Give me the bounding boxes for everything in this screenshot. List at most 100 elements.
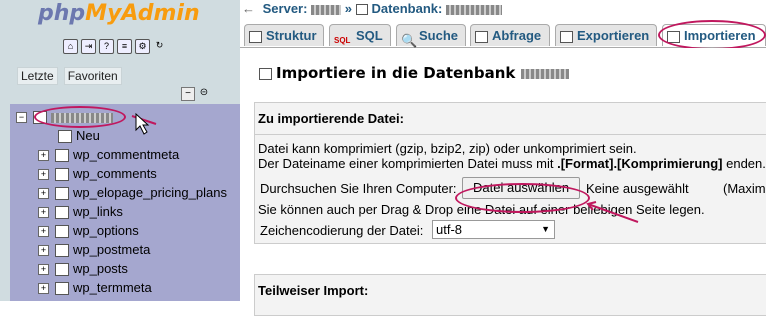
table-icon (55, 206, 69, 220)
logo-php-text: php (38, 1, 86, 26)
page-title: Importiere in die Datenbank (259, 64, 569, 82)
tree-item-label: wp_posts (73, 261, 128, 276)
tree-item-label: wp_comments (73, 166, 157, 181)
browse-label: Durchsuchen Sie Ihren Computer: (260, 181, 457, 196)
exit-icon[interactable]: ⇥ (81, 39, 96, 54)
filename-info-prefix: Der Dateiname einer komprimierten Datei … (258, 156, 558, 171)
navigation-panel: phpMyAdmin ⌂ ⇥ ? ≡ ⚙ ↻ Letzte Favoriten … (0, 0, 240, 301)
table-icon (55, 168, 69, 182)
sql-help-icon[interactable]: ≡ (117, 39, 132, 54)
tab-label: Suche (419, 28, 459, 43)
breadcrumb-server[interactable]: Server: (263, 1, 308, 16)
expand-icon[interactable]: + (38, 207, 49, 219)
tab-label: Exportieren (577, 28, 650, 43)
expand-icon[interactable]: + (38, 226, 49, 238)
tree-table-row[interactable]: + wp_elopage_pricing_plans (38, 183, 227, 202)
tree-table-row[interactable]: + wp_commentmeta (38, 145, 179, 164)
tree-item-label: wp_postmeta (73, 242, 151, 257)
table-icon (55, 282, 69, 296)
table-icon (55, 263, 69, 277)
recent-tab[interactable]: Letzte (17, 67, 58, 85)
expand-icon[interactable]: + (38, 264, 49, 276)
divider (255, 134, 766, 135)
export-icon (560, 30, 573, 43)
query-icon[interactable]: ? (99, 39, 114, 54)
table-icon (55, 244, 69, 258)
tree-item-label: wp_options (73, 223, 139, 238)
expand-icon[interactable]: + (38, 150, 49, 162)
link-icon[interactable]: ⊝ (198, 87, 210, 99)
table-icon (55, 225, 69, 239)
tree-item-label: wp_commentmeta (73, 147, 180, 162)
tab-export[interactable]: Exportieren (555, 24, 657, 46)
tree-item-label: wp_termmeta (73, 280, 152, 295)
back-arrow-icon[interactable]: ← (242, 1, 255, 16)
pointer-cursor-icon (131, 112, 157, 135)
fieldset-legend: Teilweiser Import: (258, 283, 369, 298)
compression-info-text: Datei kann komprimiert (gzip, bzip2, zip… (258, 141, 637, 156)
query-icon (475, 30, 488, 43)
tab-search[interactable]: 🔍 Suche (396, 24, 466, 49)
tab-label: Struktur (266, 28, 317, 43)
logo-myadmin-text: MyAdmin (85, 1, 200, 26)
tree-table-row[interactable]: + wp_options (38, 221, 139, 240)
new-table-icon (58, 130, 72, 144)
breadcrumb: ← Server: » Datenbank: (240, 0, 766, 20)
collapse-all-icon[interactable]: − (181, 87, 195, 101)
table-icon (55, 187, 69, 201)
tree-table-row[interactable]: + wp_comments (38, 164, 157, 183)
filename-info-text: Der Dateiname einer komprimierten Datei … (258, 156, 766, 171)
tree-table-row[interactable]: + wp_postmeta (38, 240, 150, 259)
tree-new-table[interactable]: Neu (58, 126, 100, 145)
no-file-selected-text: Keine ausgewählt (586, 181, 689, 196)
favorites-tab[interactable]: Favoriten (63, 67, 122, 85)
tree-controls: − ⊝ (181, 87, 210, 101)
tab-structure[interactable]: Struktur (244, 24, 324, 46)
sql-icon: SQL (334, 36, 351, 46)
tree-table-row[interactable]: + wp_posts (38, 259, 128, 278)
breadcrumb-separator: » (344, 1, 352, 16)
tree-table-row[interactable]: + wp_termmeta (38, 278, 152, 297)
fieldset-legend: Zu importierende Datei: (258, 111, 404, 126)
search-icon: 🔍 (401, 33, 418, 49)
import-title-icon (259, 67, 272, 80)
tree-table-row[interactable]: + wp_links (38, 202, 123, 221)
file-button-highlight-oval (455, 183, 590, 213)
max-size-note: (Maxim (723, 181, 766, 196)
breadcrumb-database[interactable]: Datenbank: (372, 1, 443, 16)
tab-label: Abfrage (492, 28, 542, 43)
page-title-text: Importiere in die Datenbank (276, 64, 516, 82)
table-icon (55, 149, 69, 163)
home-icon[interactable]: ⌂ (63, 39, 78, 54)
file-to-import-fieldset: Zu importierende Datei: Datei kann kompr… (254, 102, 766, 244)
charset-selected-value: utf-8 (436, 222, 463, 237)
database-icon (355, 4, 368, 16)
tree-item-label: Neu (76, 128, 100, 143)
database-tree: − Neu + wp_commentmeta + wp_comments + wp_e… (10, 104, 240, 301)
expand-icon[interactable]: + (38, 169, 49, 181)
tree-item-label: wp_links (73, 204, 123, 219)
filename-info-format: .[Format].[Komprimierung] (557, 156, 723, 171)
chevron-down-icon: ▼ (541, 224, 550, 234)
tree-item-label: wp_elopage_pricing_plans (73, 185, 227, 200)
main-panel: ← Server: » Datenbank: Struktur SQL SQL 🔍… (240, 0, 766, 316)
reload-icon[interactable]: ↻ (153, 39, 166, 52)
expand-icon[interactable]: + (38, 245, 49, 257)
db-highlight-oval (34, 106, 126, 128)
server-name-redacted (311, 4, 342, 15)
expand-icon[interactable]: + (38, 283, 49, 295)
charset-label: Zeichencodierung der Datei: (260, 223, 424, 238)
expand-icon[interactable]: + (38, 188, 49, 200)
database-name-redacted (445, 4, 502, 15)
tab-query[interactable]: Abfrage (470, 24, 550, 46)
import-content: Importiere in die Datenbank Zu importier… (240, 48, 766, 316)
nav-icon-bar: ⌂ ⇥ ? ≡ ⚙ ↻ (63, 39, 166, 54)
collapse-icon[interactable]: − (16, 112, 27, 124)
tab-label: SQL (356, 28, 383, 43)
settings-icon[interactable]: ⚙ (135, 39, 150, 54)
database-name-redacted (520, 68, 569, 79)
phpmyadmin-logo[interactable]: phpMyAdmin (38, 1, 200, 26)
charset-select[interactable]: utf-8 ▼ (432, 220, 555, 239)
tab-sql[interactable]: SQL SQL (329, 24, 391, 46)
annotation-arrow-icon (586, 201, 639, 223)
